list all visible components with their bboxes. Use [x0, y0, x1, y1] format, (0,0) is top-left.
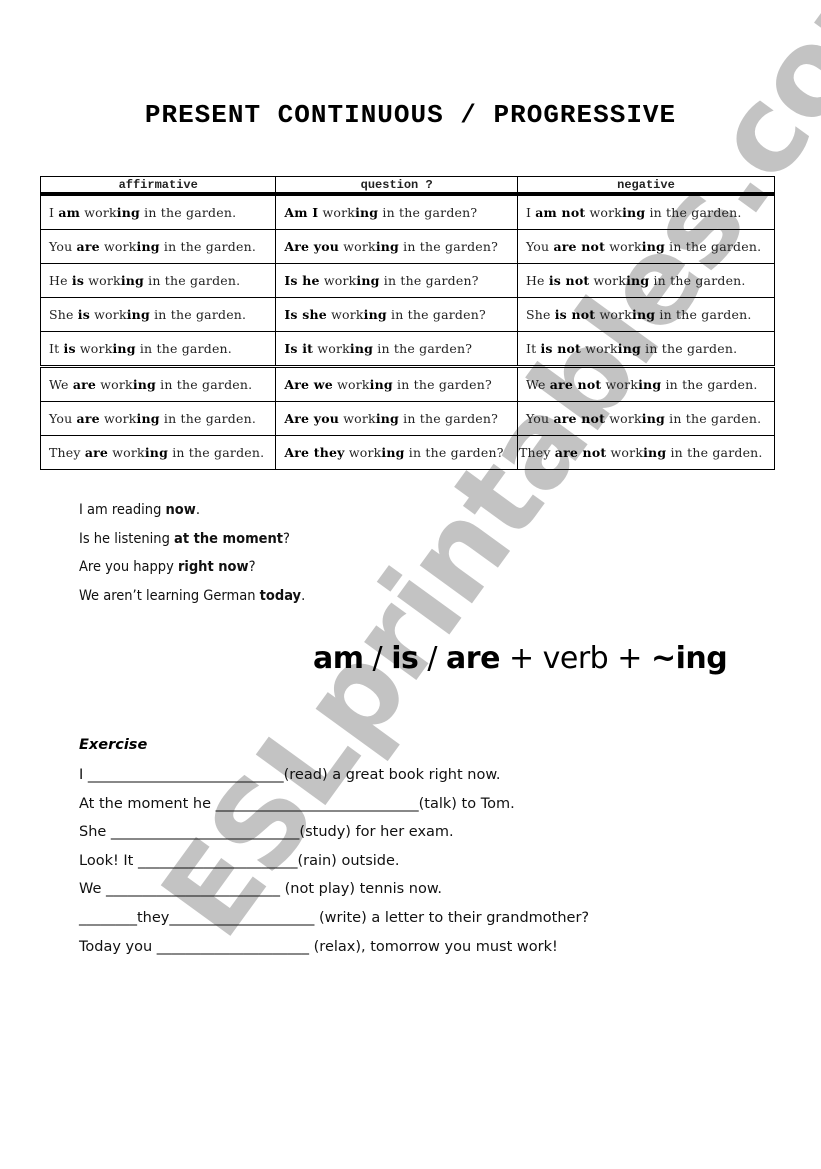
table-row: They are working in the garden. Are they …: [39, 435, 776, 470]
exercise-item: We ________________________ (not play) t…: [79, 881, 442, 898]
table-row: I am working in the garden. Am I working …: [39, 193, 776, 230]
question-cell: Are they working in the garden?: [275, 435, 518, 470]
negative-cell: It is not working in the garden.: [516, 331, 776, 367]
affirmative-cell: We are working in the garden.: [39, 365, 277, 402]
table-row: You are working in the garden. Are you wo…: [39, 401, 776, 436]
header-affirmative: affirmative: [39, 176, 277, 196]
exercise-item: At the moment he _______________________…: [79, 795, 515, 812]
question-cell: Is she working in the garden?: [275, 297, 518, 332]
question-cell: Are you working in the garden?: [275, 401, 518, 436]
affirmative-cell: He is working in the garden.: [39, 263, 277, 298]
question-cell: Am I working in the garden?: [275, 193, 518, 230]
affirmative-cell: She is working in the garden.: [39, 297, 277, 332]
table-row: We are working in the garden. Are we work…: [39, 365, 776, 402]
exercise-item: Today you _____________________ (relax),…: [79, 938, 558, 955]
example-sentences: I am reading now. Is he listening at the…: [79, 496, 305, 610]
table-row: You are working in the garden. Are you wo…: [39, 229, 776, 264]
question-cell: Is he working in the garden?: [275, 263, 518, 298]
affirmative-cell: They are working in the garden.: [39, 435, 277, 470]
question-cell: Is it working in the garden?: [275, 331, 518, 367]
table-header-row: affirmative question ? negative: [39, 176, 776, 196]
negative-cell: We are not working in the garden.: [516, 365, 776, 402]
example-sentence: Is he listening at the moment?: [79, 530, 290, 547]
negative-cell: They are not working in the garden.: [516, 435, 776, 470]
negative-cell: You are not working in the garden.: [516, 229, 776, 264]
exercise-heading: Exercise: [79, 737, 148, 753]
table-row: It is working in the garden. Is it workin…: [39, 331, 776, 367]
example-sentence: We aren’t learning German today.: [79, 587, 306, 604]
header-negative: negative: [516, 176, 776, 196]
example-sentence: I am reading now.: [79, 502, 200, 518]
negative-cell: She is not working in the garden.: [516, 297, 776, 332]
table-row: He is working in the garden. Is he workin…: [39, 263, 776, 298]
negative-cell: He is not working in the garden.: [516, 263, 776, 298]
exercise-item: She __________________________(study) fo…: [79, 824, 454, 841]
grammar-formula: am / is / are + verb + ~ing: [313, 641, 728, 676]
question-cell: Are you working in the garden?: [275, 229, 518, 264]
affirmative-cell: You are working in the garden.: [39, 401, 277, 436]
exercise-list: I ___________________________(read) a gr…: [79, 761, 589, 961]
table-row: She is working in the garden. Is she work…: [39, 297, 776, 332]
affirmative-cell: You are working in the garden.: [39, 229, 277, 264]
exercise-item: Look! It ______________________(rain) ou…: [79, 852, 400, 869]
conjugation-table: affirmative question ? negative I am wor…: [39, 176, 776, 470]
question-cell: Are we working in the garden?: [275, 365, 518, 402]
example-sentence: Are you happy right now?: [79, 559, 256, 575]
affirmative-cell: I am working in the garden.: [39, 193, 277, 230]
exercise-item: ________they____________________ (write)…: [79, 909, 590, 926]
exercise-item: I ___________________________(read) a gr…: [79, 767, 501, 783]
negative-cell: You are not working in the garden.: [516, 401, 776, 436]
negative-cell: I am not working in the garden.: [516, 193, 776, 230]
affirmative-cell: It is working in the garden.: [39, 331, 277, 367]
page-title: PRESENT CONTINUOUS / PROGRESSIVE: [144, 100, 677, 130]
header-question: question ?: [275, 176, 518, 196]
